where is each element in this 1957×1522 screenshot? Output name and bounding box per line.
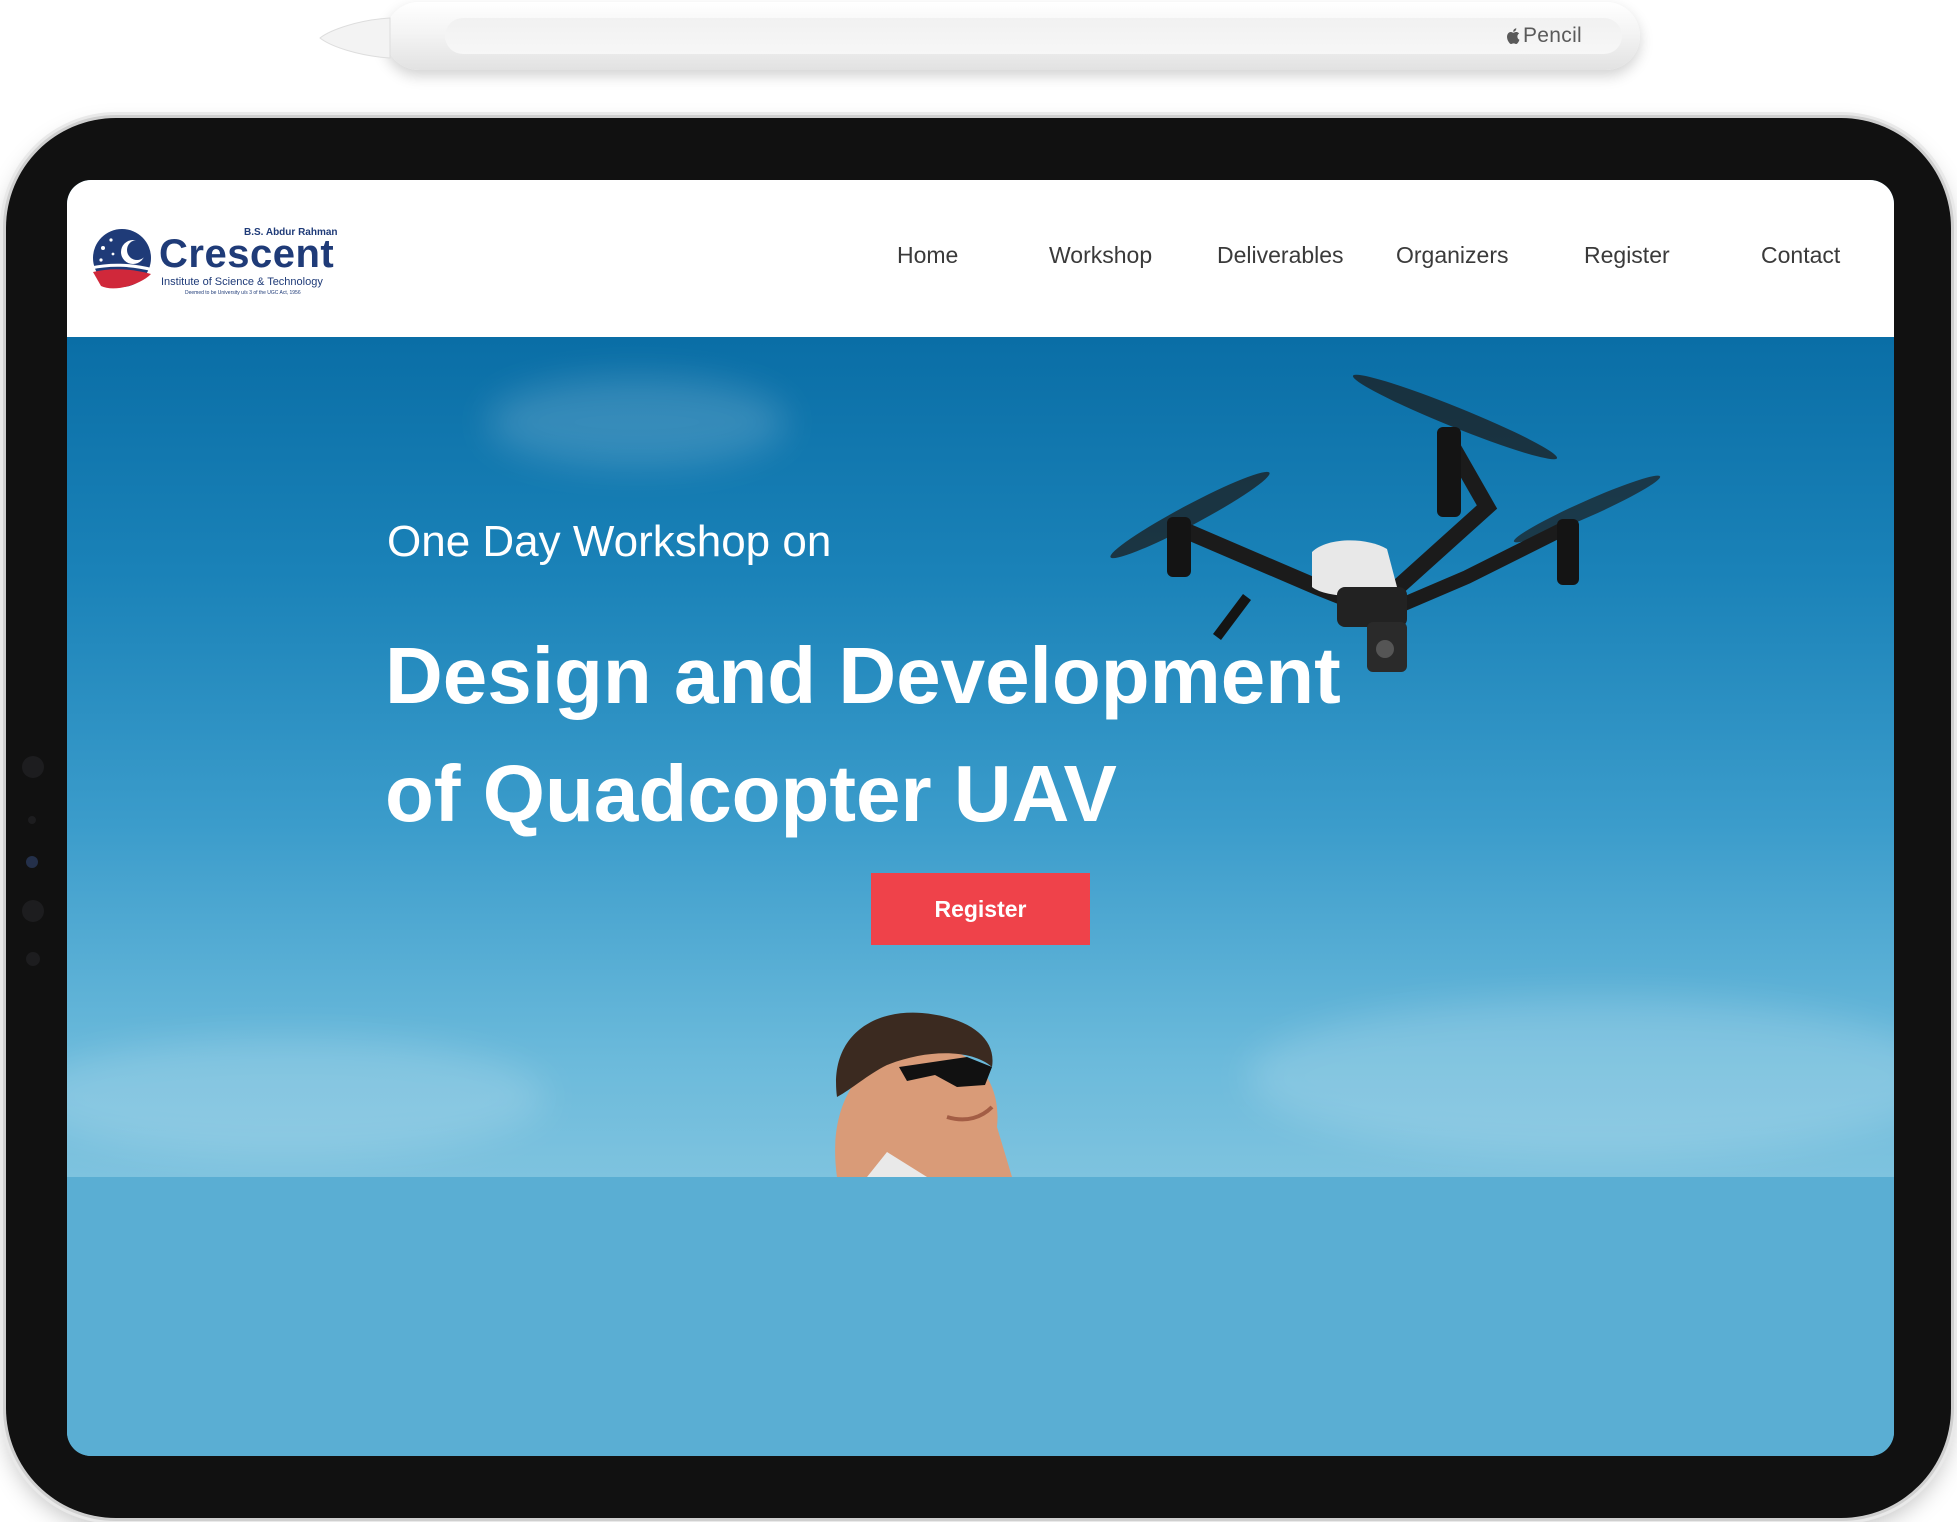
sensor-icon (22, 900, 44, 922)
nav-deliverables[interactable]: Deliverables (1217, 242, 1344, 269)
pencil-brand-label: Pencil (1506, 24, 1582, 48)
nav-organizers[interactable]: Organizers (1396, 242, 1508, 269)
device-mockup: Pencil B.S. Abdur Rahman Crescent Instit… (0, 0, 1957, 1522)
logo-subtitle: Institute of Science & Technology (161, 276, 323, 288)
nav-workshop[interactable]: Workshop (1049, 242, 1152, 269)
pencil-tip (319, 17, 391, 59)
pencil-flat-side (445, 18, 1622, 54)
nav-register[interactable]: Register (1584, 242, 1670, 269)
hero-section: One Day Workshop on Design and Developme… (67, 337, 1894, 1177)
hero-title-line-1: Design and Development (385, 631, 1341, 720)
lower-section (67, 1177, 1894, 1456)
main-nav: Home Workshop Deliverables Organizers Re… (67, 242, 1894, 276)
ipad-screen: B.S. Abdur Rahman Crescent Institute of … (67, 180, 1894, 1456)
person-looking-up-icon (835, 1012, 1012, 1177)
hero-title: Design and Development of Quadcopter UAV (385, 617, 1485, 853)
apple-logo-icon (1507, 28, 1520, 44)
hero-kicker: One Day Workshop on (387, 517, 832, 566)
sensor-icon (26, 952, 40, 966)
logo-fine-print: Deemed to be University u/s 3 of the UGC… (185, 290, 301, 296)
hero-title-line-2: of Quadcopter UAV (385, 749, 1117, 838)
apple-pencil: Pencil (385, 2, 1640, 70)
register-button[interactable]: Register (871, 873, 1090, 945)
sensor-icon (22, 756, 44, 778)
nav-contact[interactable]: Contact (1761, 242, 1840, 269)
site-header: B.S. Abdur Rahman Crescent Institute of … (67, 180, 1894, 337)
camera-icon (26, 856, 38, 868)
sensor-icon (28, 816, 36, 824)
nav-home[interactable]: Home (897, 242, 958, 269)
